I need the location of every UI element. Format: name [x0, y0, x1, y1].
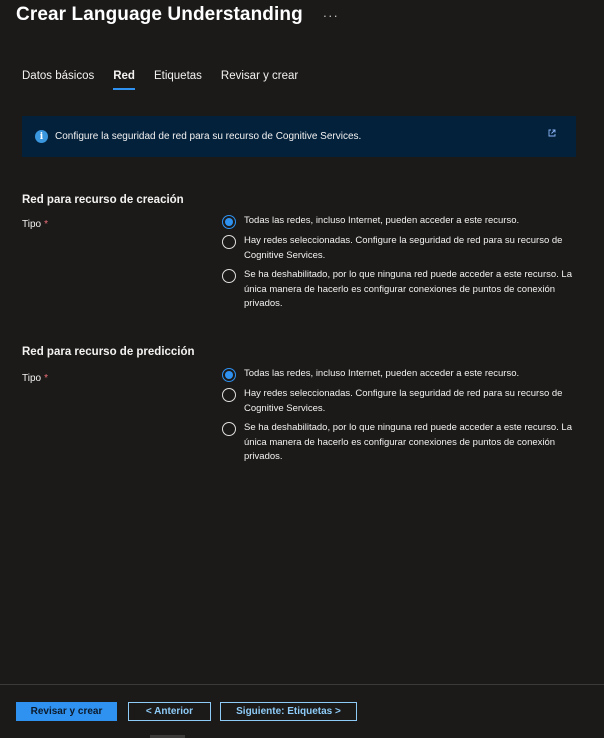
- create-language-understanding-page: Crear Language Understanding ··· Datos b…: [0, 0, 604, 738]
- tab-datos-basicos[interactable]: Datos básicos: [22, 70, 94, 90]
- field-label-text: Tipo: [22, 373, 42, 384]
- external-link-icon[interactable]: [548, 124, 556, 142]
- field-label-tipo-creacion: Tipo *: [22, 219, 48, 230]
- radio-option-label: Hay redes seleccionadas. Configure la se…: [244, 388, 563, 414]
- radio-button[interactable]: [222, 235, 236, 249]
- page-header: Crear Language Understanding ···: [16, 4, 339, 26]
- tab-red[interactable]: Red: [113, 70, 135, 90]
- info-banner: i Configure la seguridad de red para su …: [22, 116, 576, 157]
- radio-group-creacion: Todas las redes, incluso Internet, puede…: [222, 215, 582, 312]
- radio-option-selected-networks[interactable]: Hay redes seleccionadas. Configure la se…: [222, 388, 582, 416]
- section-title-creacion: Red para recurso de creación: [22, 194, 184, 206]
- radio-button[interactable]: [222, 422, 236, 436]
- previous-button[interactable]: < Anterior: [128, 702, 211, 721]
- required-marker: *: [44, 219, 48, 230]
- info-icon: i: [35, 130, 48, 143]
- radio-option-disabled[interactable]: Se ha deshabilitado, por lo que ninguna …: [222, 269, 582, 312]
- info-banner-text: Configure la seguridad de red para su re…: [55, 131, 362, 142]
- radio-button-checked[interactable]: [222, 368, 236, 382]
- tab-etiquetas[interactable]: Etiquetas: [154, 70, 202, 90]
- field-label-tipo-prediccion: Tipo *: [22, 373, 48, 384]
- radio-button-checked[interactable]: [222, 215, 236, 229]
- field-label-text: Tipo: [22, 219, 42, 230]
- radio-option-label: Se ha deshabilitado, por lo que ninguna …: [244, 422, 572, 462]
- radio-option-all-networks[interactable]: Todas las redes, incluso Internet, puede…: [222, 368, 582, 382]
- radio-option-label: Todas las redes, incluso Internet, puede…: [244, 215, 520, 226]
- radio-group-prediccion: Todas las redes, incluso Internet, puede…: [222, 368, 582, 465]
- required-marker: *: [44, 373, 48, 384]
- radio-button[interactable]: [222, 388, 236, 402]
- radio-option-label: Todas las redes, incluso Internet, puede…: [244, 368, 520, 379]
- radio-option-label: Se ha deshabilitado, por lo que ninguna …: [244, 269, 572, 309]
- review-create-button[interactable]: Revisar y crear: [16, 702, 117, 721]
- radio-button[interactable]: [222, 269, 236, 283]
- more-options-icon[interactable]: ···: [323, 9, 339, 22]
- radio-option-disabled[interactable]: Se ha deshabilitado, por lo que ninguna …: [222, 422, 582, 465]
- radio-option-all-networks[interactable]: Todas las redes, incluso Internet, puede…: [222, 215, 582, 229]
- radio-option-selected-networks[interactable]: Hay redes seleccionadas. Configure la se…: [222, 235, 582, 263]
- page-title: Crear Language Understanding: [16, 4, 303, 25]
- tab-bar: Datos básicos Red Etiquetas Revisar y cr…: [22, 70, 317, 90]
- footer-bar: Revisar y crear < Anterior Siguiente: Et…: [0, 684, 604, 738]
- radio-option-label: Hay redes seleccionadas. Configure la se…: [244, 235, 563, 261]
- section-title-prediccion: Red para recurso de predicción: [22, 346, 195, 358]
- next-etiquetas-button[interactable]: Siguiente: Etiquetas >: [220, 702, 357, 721]
- tab-revisar-y-crear[interactable]: Revisar y crear: [221, 70, 298, 90]
